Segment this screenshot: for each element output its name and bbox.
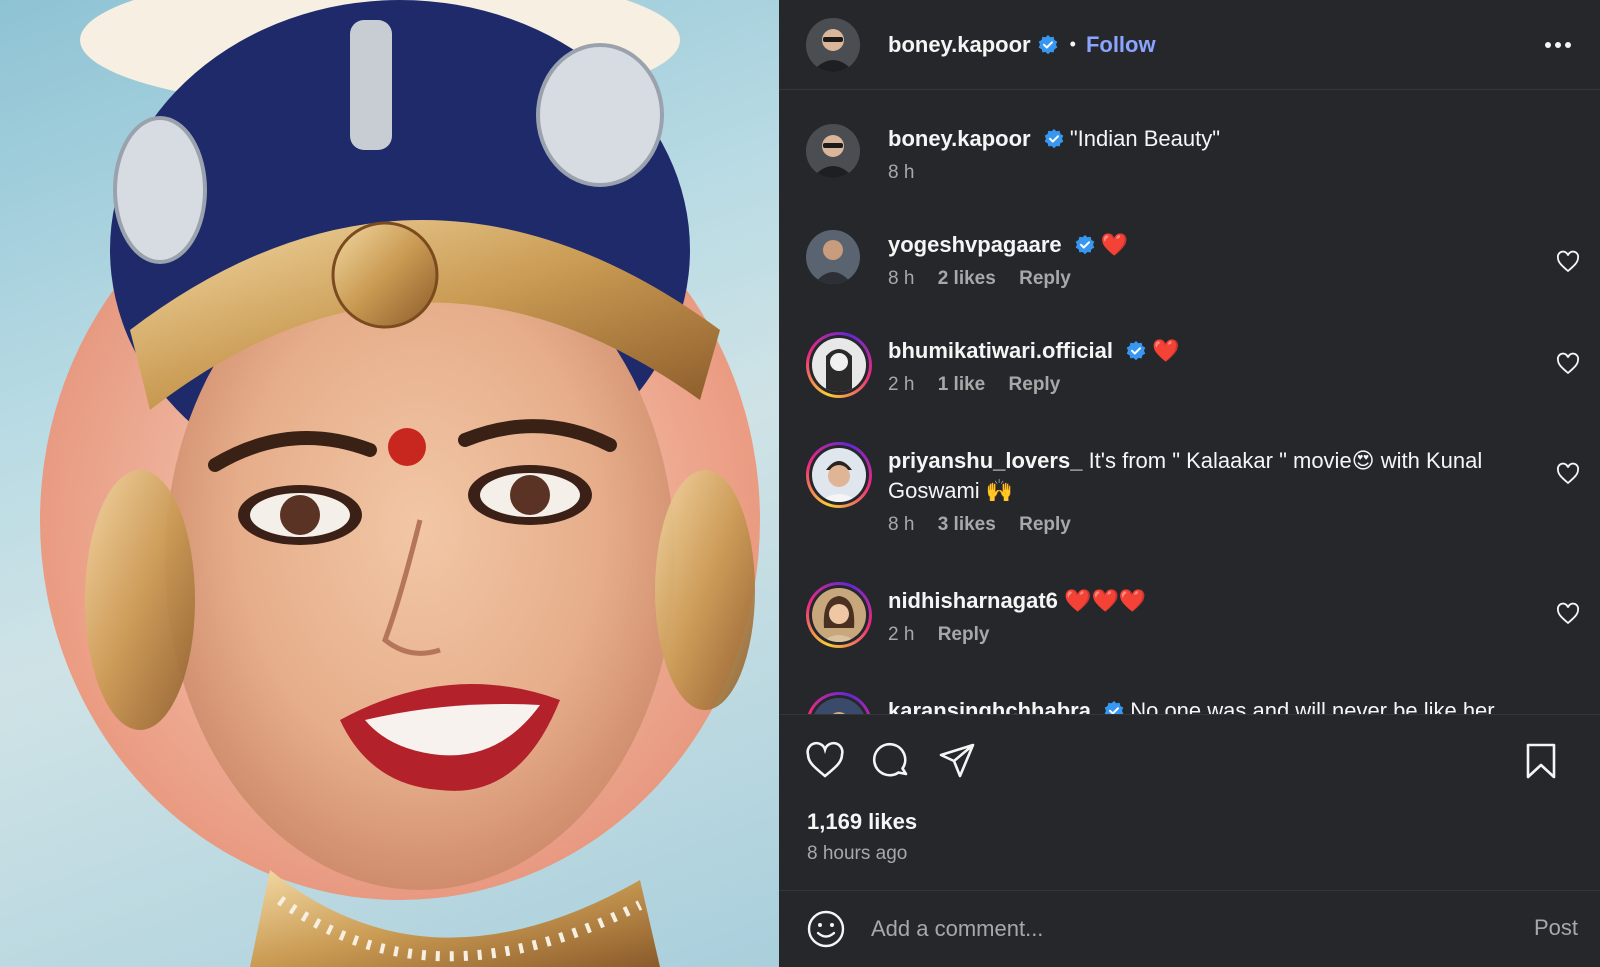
comment-meta: 8 h 3 likes Reply xyxy=(888,514,1528,536)
author-username[interactable]: boney.kapoor xyxy=(888,32,1031,58)
story-ring[interactable] xyxy=(806,692,872,714)
comment-item: priyanshu_lovers_ It's from " Kalaakar "… xyxy=(806,442,1586,536)
comment-body: nidhisharnagat6 ❤️❤️❤️ 2 h Reply xyxy=(888,582,1528,648)
comment-text-line: boney.kapoor "Indian Beauty" xyxy=(888,124,1528,154)
comment-username[interactable]: yogeshvpagaare xyxy=(888,232,1062,257)
verified-badge-icon xyxy=(1044,129,1064,149)
comment-username[interactable]: nidhisharnagat6 xyxy=(888,588,1058,613)
comment-likes[interactable]: 2 likes xyxy=(938,268,996,289)
avatar-image xyxy=(806,124,860,178)
post-details-panel: boney.kapoor • Follow boney.kapoor "Indi… xyxy=(779,0,1600,967)
avatar-image xyxy=(806,17,860,72)
commenter-avatar xyxy=(812,448,866,502)
comment-item: karansinghchhabra No one was and will ne… xyxy=(806,692,1586,714)
avatar-image xyxy=(812,338,866,392)
comment-text-line: karansinghchhabra No one was and will ne… xyxy=(888,696,1528,714)
comment-meta: 8 h 2 likes Reply xyxy=(888,268,1528,290)
portrait-illustration xyxy=(40,0,760,967)
comment-input[interactable] xyxy=(871,913,1491,945)
avatar-image xyxy=(806,230,860,284)
caption: boney.kapoor "Indian Beauty" 8 h xyxy=(806,124,1586,184)
comment-meta: 8 h xyxy=(888,162,1528,184)
comment-likes[interactable]: 3 likes xyxy=(938,514,996,535)
comment-time: 2 h xyxy=(888,374,915,395)
comment-like-heart-icon[interactable] xyxy=(1556,462,1580,486)
comment-text: ❤️ xyxy=(1100,232,1129,257)
comment-likes[interactable]: 1 like xyxy=(938,374,986,395)
emoji-icon[interactable] xyxy=(806,909,846,949)
comment-time: 8 h xyxy=(888,268,915,289)
comment-item: bhumikatiwari.official ❤️ 2 h 1 like Rep… xyxy=(806,332,1586,398)
verified-badge-icon xyxy=(1104,701,1124,714)
comment-text: No one was and will never be like her xyxy=(1130,698,1495,714)
avatar-image xyxy=(812,698,866,714)
comment-username[interactable]: priyanshu_lovers_ xyxy=(888,448,1082,473)
header-separator: • xyxy=(1069,34,1076,54)
comment-like-heart-icon[interactable] xyxy=(1556,352,1580,376)
comment-text-line: priyanshu_lovers_ It's from " Kalaakar "… xyxy=(888,446,1528,506)
story-ring[interactable] xyxy=(806,442,872,508)
avatar-image xyxy=(812,448,866,502)
follow-button[interactable]: Follow xyxy=(1086,32,1156,58)
comment-text-line: nidhisharnagat6 ❤️❤️❤️ xyxy=(888,586,1528,616)
comment-text: "Indian Beauty" xyxy=(1069,126,1221,151)
comment-item: yogeshvpagaare ❤️ 8 h 2 likes Reply xyxy=(806,230,1586,290)
reply-button[interactable]: Reply xyxy=(938,624,990,645)
comment-username[interactable]: bhumikatiwari.official xyxy=(888,338,1113,363)
send-icon[interactable] xyxy=(937,741,977,781)
likes-count[interactable]: 1,169 likes xyxy=(807,809,917,835)
add-comment-bar: Post xyxy=(779,890,1600,967)
comment-meta: 2 h Reply xyxy=(888,624,1528,646)
bookmark-icon[interactable] xyxy=(1521,741,1561,781)
avatar-image xyxy=(812,588,866,642)
comment-text: ❤️❤️❤️ xyxy=(1064,588,1147,613)
heart-icon[interactable] xyxy=(805,741,845,781)
comment-body: boney.kapoor "Indian Beauty" 8 h xyxy=(888,124,1528,184)
reply-button[interactable]: Reply xyxy=(1019,268,1071,289)
comment-text-line: yogeshvpagaare ❤️ xyxy=(888,230,1528,260)
verified-badge-icon xyxy=(1126,341,1146,361)
comment-body: priyanshu_lovers_ It's from " Kalaakar "… xyxy=(888,442,1528,536)
post-header: boney.kapoor • Follow xyxy=(779,0,1600,90)
commenter-avatar[interactable] xyxy=(806,230,860,284)
comment-username[interactable]: boney.kapoor xyxy=(888,126,1031,151)
post-comment-button[interactable]: Post xyxy=(1534,915,1578,941)
comment-body: karansinghchhabra No one was and will ne… xyxy=(888,692,1528,714)
comments-list[interactable]: boney.kapoor "Indian Beauty" 8 h yogeshv… xyxy=(779,92,1600,714)
caption-avatar[interactable] xyxy=(806,124,860,178)
comment-text: ❤️ xyxy=(1152,338,1180,363)
verified-badge-icon xyxy=(1075,235,1095,255)
story-ring[interactable] xyxy=(806,332,872,398)
comment-time: 8 h xyxy=(888,162,915,183)
commenter-avatar xyxy=(812,698,866,714)
comment-body: yogeshvpagaare ❤️ 8 h 2 likes Reply xyxy=(888,230,1528,290)
comment-body: bhumikatiwari.official ❤️ 2 h 1 like Rep… xyxy=(888,332,1528,398)
comment-icon[interactable] xyxy=(871,741,911,781)
verified-badge-icon xyxy=(1038,34,1057,54)
commenter-avatar xyxy=(812,588,866,642)
author-avatar[interactable] xyxy=(806,17,860,72)
comment-time: 2 h xyxy=(888,624,915,645)
instagram-post-modal: boney.kapoor • Follow boney.kapoor "Indi… xyxy=(0,0,1600,967)
post-image[interactable] xyxy=(0,0,779,967)
commenter-avatar xyxy=(812,338,866,392)
comment-text-line: bhumikatiwari.official ❤️ xyxy=(888,336,1528,366)
comment-like-heart-icon[interactable] xyxy=(1556,602,1580,626)
reply-button[interactable]: Reply xyxy=(1019,514,1071,535)
comment-like-heart-icon[interactable] xyxy=(1556,250,1580,274)
more-icon[interactable] xyxy=(1542,30,1574,60)
comment-username[interactable]: karansinghchhabra xyxy=(888,698,1091,714)
reply-button[interactable]: Reply xyxy=(1009,374,1061,395)
comment-item: nidhisharnagat6 ❤️❤️❤️ 2 h Reply xyxy=(806,582,1586,648)
post-time-ago[interactable]: 8 hours ago xyxy=(807,843,907,865)
comment-meta: 2 h 1 like Reply xyxy=(888,374,1528,396)
story-ring[interactable] xyxy=(806,582,872,648)
comment-time: 8 h xyxy=(888,514,915,535)
